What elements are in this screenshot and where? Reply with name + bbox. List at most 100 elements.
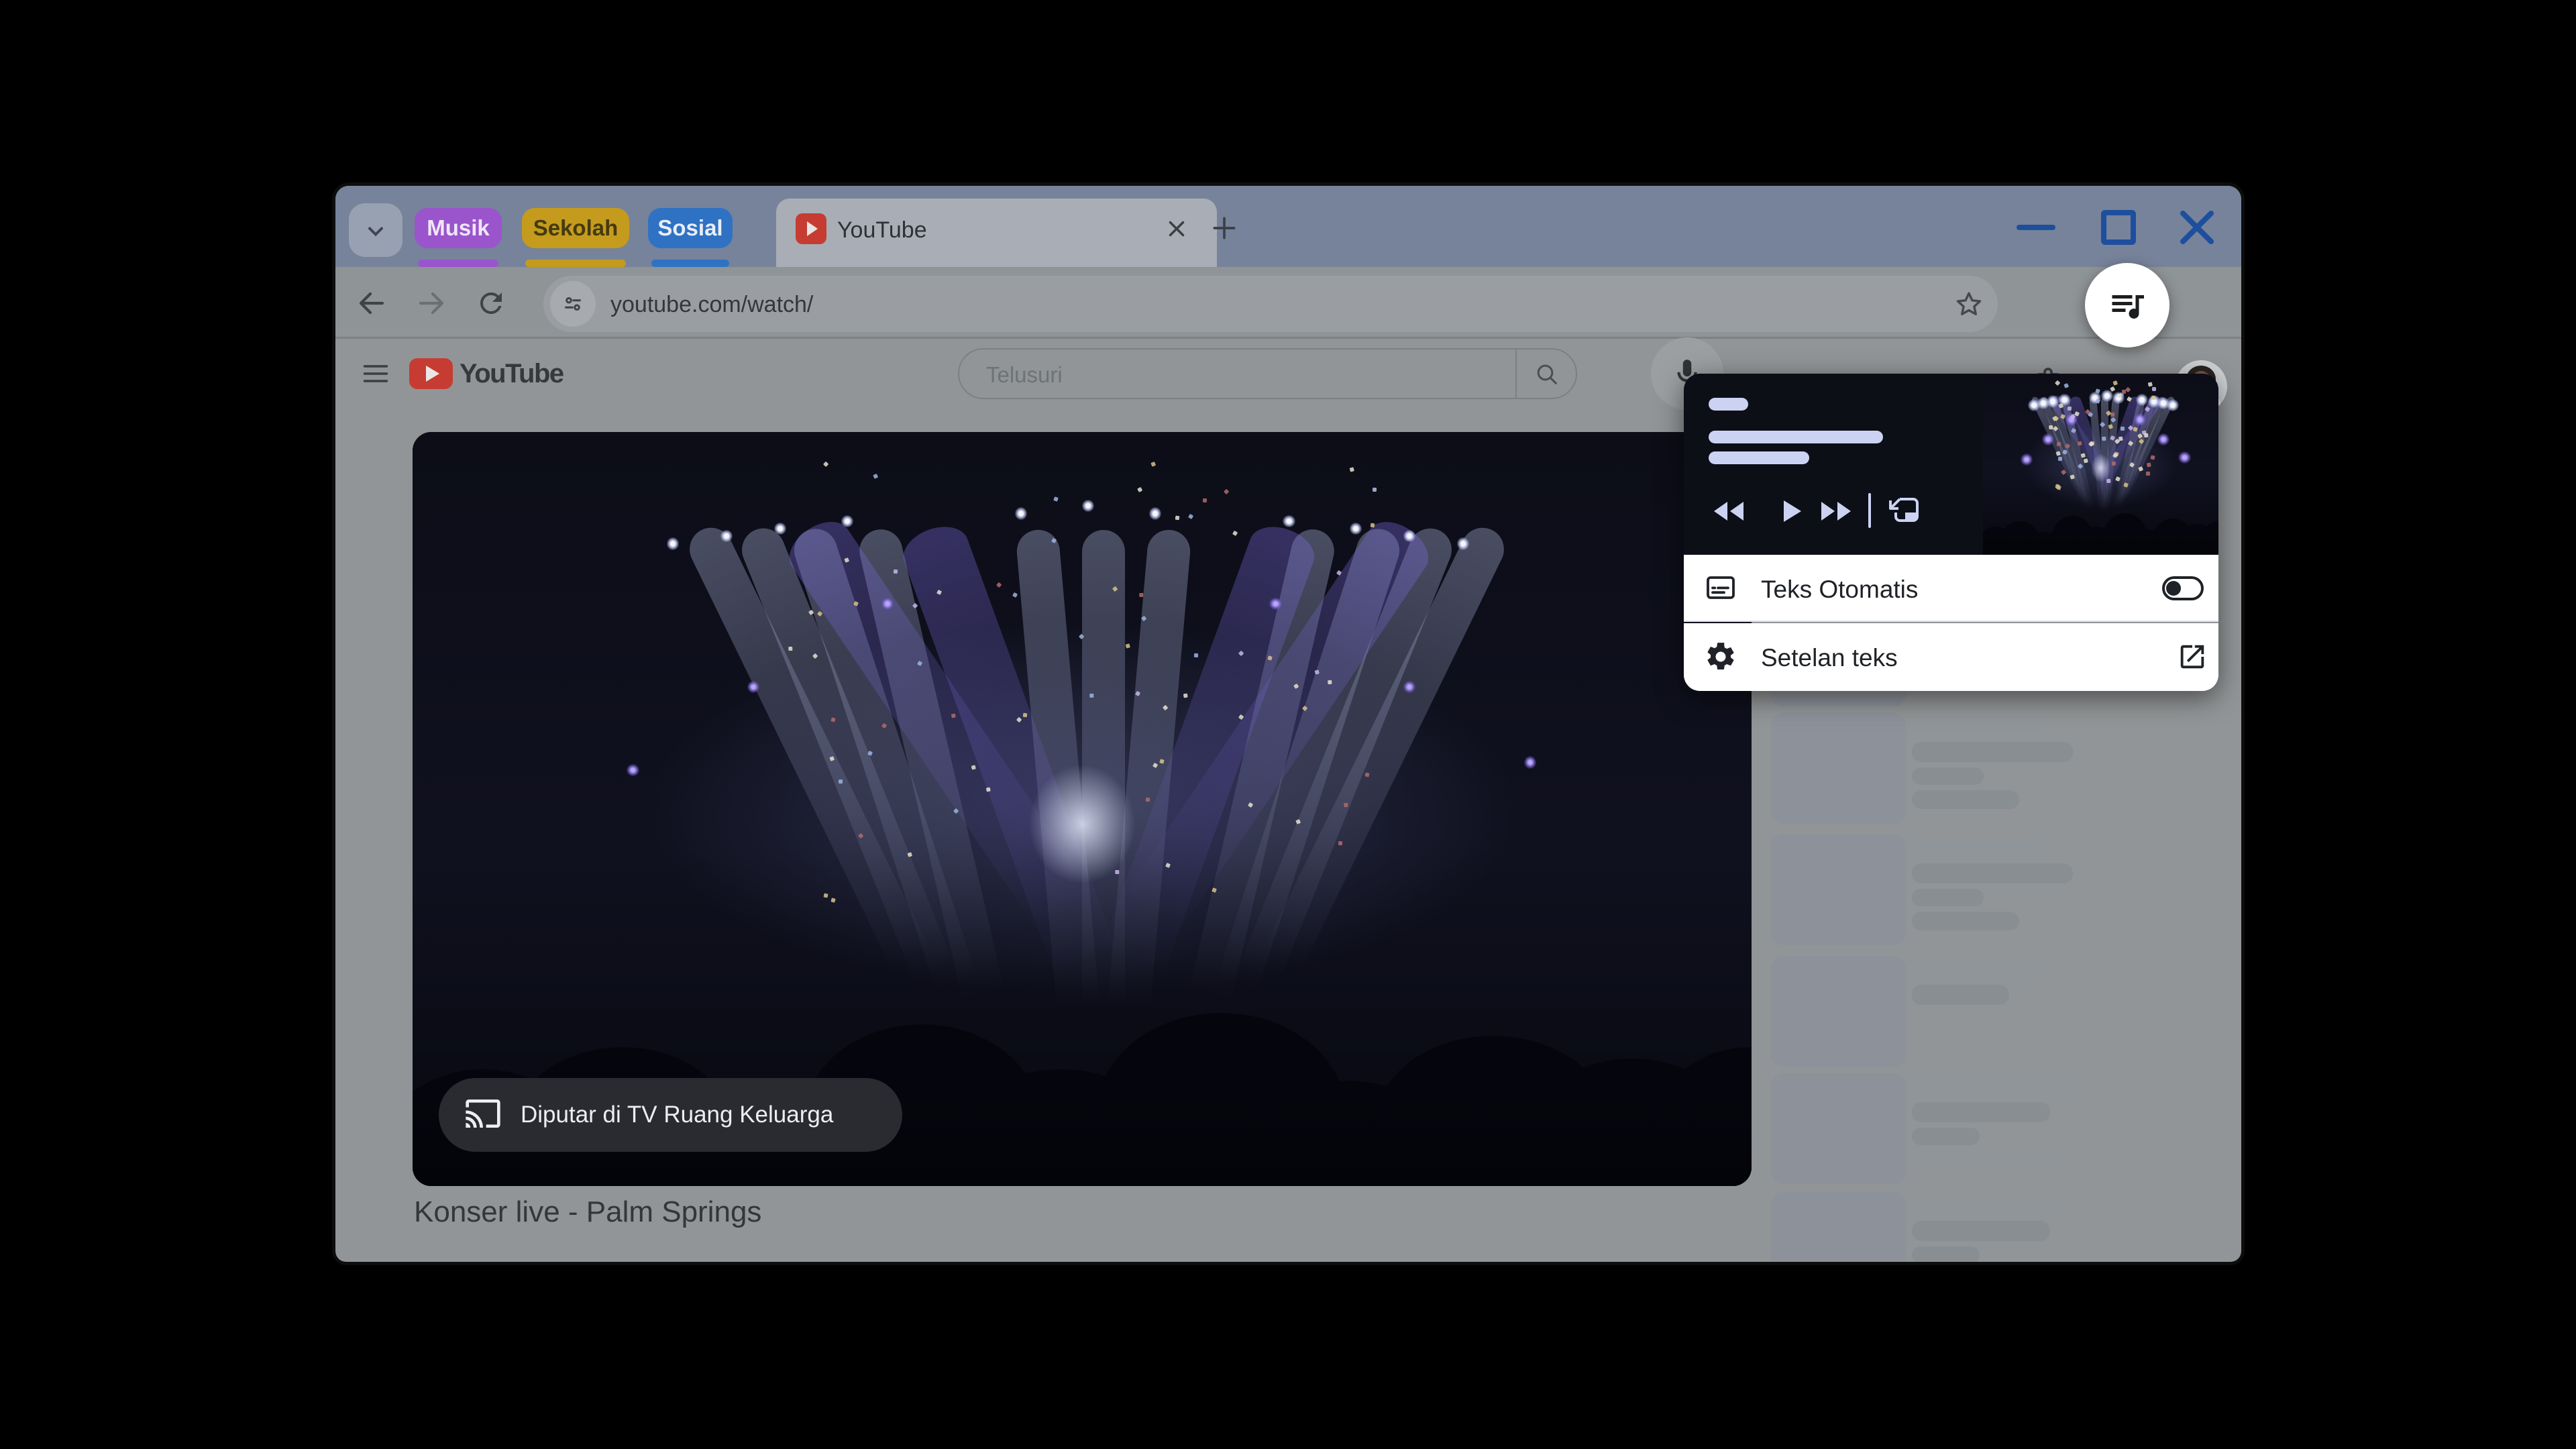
reload-icon (475, 292, 507, 322)
confetti-particle (823, 893, 828, 899)
spotlight-icon (2166, 398, 2179, 411)
confetti-particle (1125, 643, 1131, 649)
youtube-wordmark: YouTube (460, 358, 564, 388)
previous-track-button[interactable] (1709, 495, 1749, 527)
spotlight-icon (2046, 395, 2059, 408)
site-settings-button[interactable] (550, 281, 596, 327)
tab-group-sekolah[interactable]: Sekolah (522, 208, 629, 248)
skeleton-text-line (1912, 1128, 1980, 1145)
new-tab-button[interactable] (1210, 213, 1239, 243)
skeleton-thumbnail (1771, 956, 1906, 1067)
skeleton-text-line (1912, 961, 2046, 979)
back-button[interactable] (356, 287, 388, 319)
caption-settings-row[interactable]: Setelan teks (1684, 623, 2218, 691)
fast-forward-icon (1816, 502, 1856, 530)
forward-button[interactable] (415, 287, 447, 319)
skeleton-text-line (1912, 1102, 2050, 1122)
spotlight-icon (2133, 413, 2146, 426)
window-maximize-button[interactable] (2099, 208, 2138, 247)
arrow-right-icon (415, 292, 447, 322)
arrow-left-icon (356, 292, 388, 322)
tab-group-underline (525, 260, 626, 267)
cast-status-pill: Diputar di TV Ruang Keluarga (439, 1078, 902, 1152)
controls-divider (1868, 493, 1871, 528)
confetti-particle (1343, 802, 1348, 808)
youtube-play-icon (409, 358, 453, 389)
next-track-button[interactable] (1816, 495, 1856, 527)
video-player[interactable]: Diputar di TV Ruang Keluarga (413, 432, 1752, 1186)
spotlight-icon (841, 515, 853, 527)
performer-glow (2091, 453, 2110, 482)
spotlight-icon (667, 537, 680, 550)
rewind-icon (1709, 502, 1749, 530)
spotlight-icon (1523, 756, 1536, 769)
address-bar[interactable]: youtube.com/watch/ (543, 276, 1998, 332)
skeleton-text-line (1912, 889, 1984, 906)
picture-in-picture-icon (1886, 498, 1921, 530)
tab-youtube[interactable]: YouTube (776, 199, 1217, 267)
play-icon (1769, 500, 1809, 530)
open-in-new-icon (2177, 641, 2208, 676)
live-caption-row[interactable]: Teks Otomatis (1684, 555, 2218, 622)
skeleton-video-item (1771, 956, 2241, 1067)
guide-menu-button[interactable] (361, 359, 390, 388)
media-thumbnail (1983, 374, 2218, 555)
confetti-particle (2146, 462, 2151, 468)
tab-group-label: Musik (427, 215, 490, 240)
confetti-particle (2143, 433, 2149, 438)
youtube-favicon-icon (796, 213, 826, 244)
bookmark-star-button[interactable] (1953, 288, 1985, 321)
spotlight-icon (1148, 507, 1161, 520)
skeleton-text-line (1912, 985, 2009, 1005)
window-close-button[interactable] (2178, 208, 2216, 247)
search-button[interactable] (1515, 350, 1576, 398)
cast-icon (439, 1095, 502, 1136)
spotlight-icon (773, 522, 787, 535)
confetti-particle (1183, 693, 1188, 698)
skeleton-text-line (1912, 1221, 2050, 1241)
bottom-vignette (1983, 533, 2218, 555)
url-text[interactable]: youtube.com/watch/ (610, 292, 813, 318)
tab-search-button[interactable] (349, 203, 402, 257)
tab-group-sosial[interactable]: Sosial (648, 208, 733, 248)
window-minimize-button[interactable] (2017, 208, 2055, 247)
close-icon (2178, 211, 2216, 250)
live-caption-toggle[interactable] (2162, 576, 2204, 600)
youtube-logo[interactable]: YouTube (409, 358, 564, 389)
confetti-particle (1137, 487, 1143, 493)
confetti-particle (2112, 380, 2118, 386)
related-videos-skeleton (1771, 686, 2241, 1262)
confetti-particle (873, 473, 879, 479)
hamburger-icon (361, 365, 390, 391)
track-artist-placeholder (1709, 451, 1809, 464)
spotlight-icon (1015, 507, 1028, 520)
confetti-particle (2145, 472, 2151, 476)
performer-glow (1028, 763, 1136, 885)
confetti-particle (1012, 592, 1018, 598)
skeleton-text-line (1912, 718, 2046, 737)
skeleton-text-line (1912, 839, 2046, 858)
search-input[interactable]: Telusuri (958, 348, 1577, 399)
tab-title: YouTube (837, 217, 927, 243)
tab-strip: Musik Sekolah Sosial YouTube (335, 186, 2241, 267)
picture-in-picture-button[interactable] (1886, 495, 1927, 527)
confetti-particle (1232, 530, 1238, 537)
skeleton-text-line (1912, 863, 2073, 883)
confetti-particle (1053, 496, 1059, 502)
tab-close-button[interactable] (1164, 216, 1189, 241)
play-button[interactable] (1769, 495, 1809, 527)
reload-button[interactable] (475, 287, 507, 319)
skeleton-text-line (1912, 1197, 2066, 1216)
spotlight-icon (2021, 453, 2033, 466)
tab-group-musik[interactable]: Musik (415, 208, 502, 248)
confetti-particle (1194, 653, 1199, 658)
spotlight-icon (1283, 515, 1295, 527)
skeleton-thumbnail (1771, 713, 1906, 824)
confetti-particle (2121, 389, 2127, 394)
confetti-particle (1187, 513, 1194, 520)
search-placeholder: Telusuri (986, 362, 1063, 387)
media-controls-button[interactable] (2085, 263, 2169, 347)
spotlight-icon (2157, 433, 2169, 446)
concert-video-frame (413, 432, 1752, 1186)
confetti-particle (1022, 712, 1028, 718)
